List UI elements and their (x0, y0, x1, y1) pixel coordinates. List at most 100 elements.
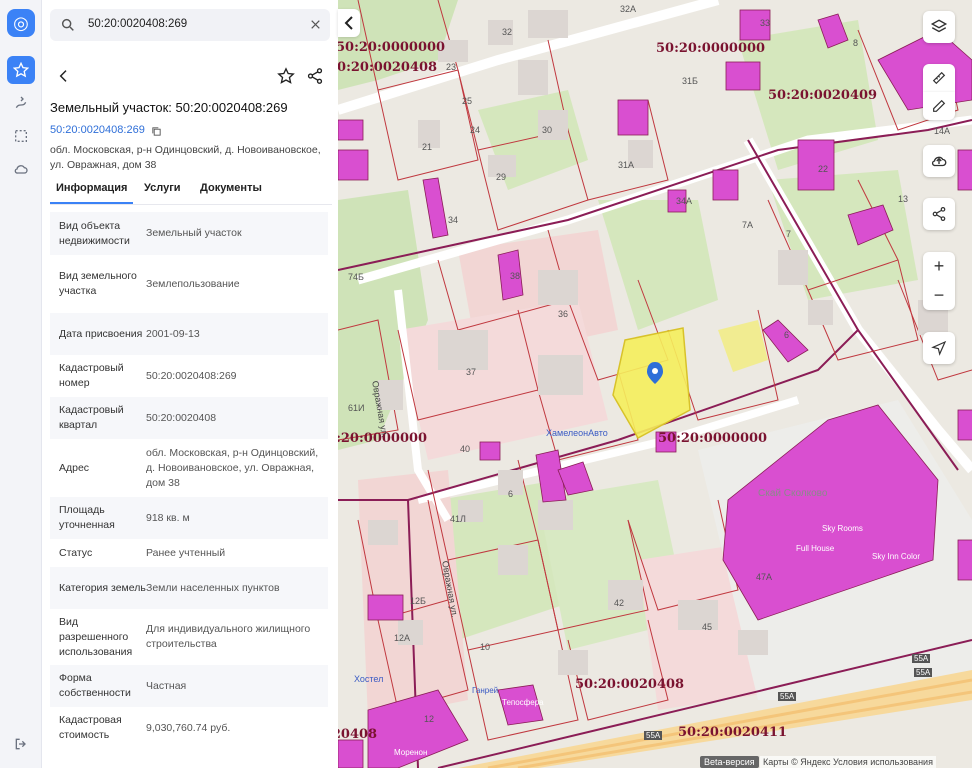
search-input[interactable]: 50:20:0020408:269 (88, 18, 187, 30)
upload-button[interactable] (923, 145, 955, 177)
tab-services[interactable]: Услуги (144, 182, 181, 194)
house-number: 6 (508, 489, 514, 499)
copy-icon[interactable] (151, 124, 162, 142)
row-value: 50:20:0020408 (146, 411, 217, 424)
cadastral-number-link[interactable]: 50:20:0020408:269 (50, 124, 145, 136)
app-logo-icon[interactable]: ◎ (7, 9, 35, 37)
table-row: Форма собственности Частная (50, 665, 328, 707)
house-number: 61И (348, 403, 365, 413)
back-arrow-icon[interactable] (56, 67, 72, 90)
map-attribution[interactable]: Карты © Яндекс Условия использования (760, 756, 936, 768)
edit-icon (933, 99, 946, 112)
tab-documents[interactable]: Документы (200, 182, 262, 194)
close-icon[interactable] (309, 18, 322, 36)
table-row: Вид земельного участка Землепользование (50, 255, 328, 313)
house-number: 34А (676, 196, 693, 206)
cloud-upload-icon (931, 156, 947, 167)
house-number: 14А (934, 126, 951, 136)
poi-label[interactable]: Full House (796, 544, 834, 553)
tab-info[interactable]: Информация (49, 182, 134, 204)
info-panel: 50:20:0020408:269 Земельный участок: 50:… (42, 0, 338, 768)
favorites-icon[interactable] (7, 56, 35, 84)
house-number: 24 (470, 125, 481, 135)
ruler-button[interactable] (923, 64, 955, 92)
house-number: 6 (784, 330, 790, 340)
zoom-in-button[interactable]: + (923, 252, 955, 281)
house-number: 33 (760, 18, 771, 28)
house-number: 8 (853, 38, 859, 48)
row-key: Кадастровый номер (59, 362, 124, 389)
house-number: 45 (702, 622, 713, 632)
row-value: Ранее учтенный (146, 546, 226, 559)
left-rail: ◎ (0, 0, 42, 768)
row-value: 9,030,760.74 руб. (146, 721, 231, 734)
quarter-label: 50:20:0020408 (575, 677, 685, 692)
house-number: 34 (448, 215, 459, 225)
geolocate-button[interactable] (923, 332, 955, 364)
house-number: 42 (614, 598, 625, 608)
beta-badge: Beta-версия (700, 756, 759, 768)
quarter-label: 50:20:0020408 (338, 60, 438, 75)
poi-label[interactable]: Ганрей (472, 686, 498, 695)
table-row: Вид разрешенного использования Для индиви… (50, 609, 328, 665)
house-number: 40 (460, 444, 471, 454)
poi-label[interactable]: Хостел (354, 674, 383, 684)
row-key: Адрес (59, 461, 90, 474)
poi-label[interactable]: Моренон (394, 748, 427, 757)
parcel-title: Земельный участок: 50:20:0020408:269 (50, 100, 288, 115)
house-number: 38 (510, 271, 521, 281)
road-shield: 55А (912, 654, 931, 663)
row-value: 2001-09-13 (146, 327, 200, 340)
house-number: 74Б (348, 272, 364, 282)
star-icon[interactable] (277, 67, 295, 90)
house-number: 32А (620, 4, 637, 14)
table-row: Адрес обл. Московская, р-н Одинцовский, д… (50, 439, 328, 497)
house-number: 29 (496, 172, 507, 182)
ruler-icon (932, 71, 946, 85)
road-shield: 55А (644, 731, 663, 740)
select-area-icon[interactable] (7, 122, 35, 150)
edit-button[interactable] (923, 92, 955, 120)
map-canvas[interactable] (338, 0, 972, 768)
row-key: Вид объекта недвижимости (59, 219, 130, 247)
house-number: 7 (786, 229, 792, 239)
quarter-label: 50:20:0020409 (768, 88, 878, 103)
row-key: Дата присвоения (59, 327, 143, 340)
row-value: 50:20:0020408:269 (146, 369, 237, 382)
table-row: Кадастровая стоимость 9,030,760.74 руб. (50, 707, 328, 749)
share-icon (932, 207, 946, 221)
row-key: Форма собственности (59, 672, 131, 699)
poi-label[interactable]: ХамелеонАвто (546, 428, 608, 438)
poi-label[interactable]: Скай Сколково (758, 488, 827, 499)
house-number: 41Л (450, 514, 466, 524)
house-number: 32 (502, 27, 513, 37)
table-row: Вид объекта недвижимости Земельный участо… (50, 212, 328, 255)
navigation-arrow-icon (931, 340, 947, 356)
tab-bar: Информация Услуги Документы (49, 182, 332, 204)
row-value: Для индивидуального жилищного строительс… (146, 623, 311, 650)
cadastral-map[interactable]: 50:20:0000000 50:20:0020408 50:20:000000… (338, 0, 972, 768)
poi-label[interactable]: Тепосфера (502, 698, 544, 707)
logout-icon[interactable] (7, 730, 35, 758)
search-bar[interactable]: 50:20:0020408:269 (50, 9, 330, 41)
road-shield: 55А (914, 668, 933, 677)
route-icon[interactable] (7, 89, 35, 117)
house-number: 36 (558, 309, 569, 319)
zoom-out-button[interactable]: − (923, 281, 955, 310)
poi-label[interactable]: Sky Inn Color (872, 552, 920, 561)
tab-divider (50, 204, 332, 205)
zoom-control: + − (923, 252, 955, 310)
search-icon (60, 17, 76, 38)
row-key: Кадастровая стоимость (59, 714, 122, 741)
table-row: Кадастровый квартал 50:20:0020408 (50, 397, 328, 439)
map-share-button[interactable] (923, 198, 955, 230)
row-value: обл. Московская, р-н Одинцовский, д. Нов… (146, 446, 319, 489)
table-row: Дата присвоения 2001-09-13 (50, 313, 328, 355)
cloud-icon[interactable] (7, 155, 35, 183)
layers-button[interactable] (923, 11, 955, 43)
collapse-panel-button[interactable] (338, 9, 360, 37)
quarter-label: 50:20:0000000 (656, 41, 766, 56)
share-icon[interactable] (306, 67, 324, 90)
poi-label[interactable]: Sky Rooms (822, 524, 863, 533)
house-number: 12А (394, 633, 411, 643)
